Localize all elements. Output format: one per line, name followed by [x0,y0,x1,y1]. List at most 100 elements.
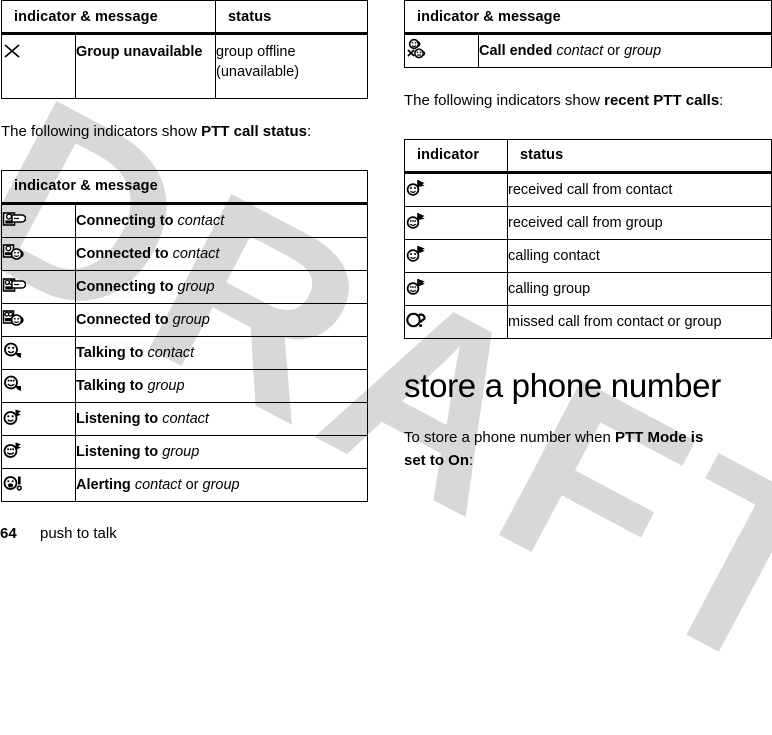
status-line-2: (unavailable) [216,63,300,80]
intro-prefix: The following indicators show [1,123,202,140]
message-cell: Connecting to group [75,269,368,304]
intro-suffix: : [719,92,724,109]
message-variable-2: group [202,476,240,493]
indicator-cell [1,269,76,304]
intro-suffix: : [306,123,312,140]
page-title: store a phone number [404,366,721,404]
footer-section-name: push to talk [40,525,117,542]
calling-contact-icon [405,244,429,268]
message-variable: contact [172,245,220,262]
message-bold: Connected to [76,311,169,328]
indicator-cell [1,368,76,403]
table-row: Connected to contact [1,236,368,271]
table-row: Alerting contact or group [1,467,368,502]
page-number: 64 [0,525,17,542]
column-header-indicator-message: indicator & message [0,0,217,35]
table-header-row: indicator & message [1,169,368,205]
message-conjunction: or [603,43,625,59]
table-row: calling group [404,271,772,306]
column-header-indicator-message: indicator & message [404,0,772,35]
message-bold: Call ended [479,43,553,59]
message-cell: Group unavailable [74,33,217,99]
table-row: Listening to group [1,434,368,469]
call-ended-icon [405,38,429,64]
intro-bold: recent PTT calls [604,92,720,109]
intro-ptt-call-status: The following indicators show PTT call s… [1,121,368,144]
message-cell: Connected to group [75,302,368,337]
page-content: indicator & message status Group unavail… [0,0,772,548]
missed-call-icon [405,310,431,334]
indicator-cell [404,205,508,240]
table-header-row: indicator & message status [0,0,368,35]
status-cell: missed call from contact or group [507,304,772,339]
talking-group-icon [2,374,26,398]
message-cell: Talking to group [75,368,368,403]
table-row: Talking to group [1,368,368,403]
table-row: Connecting to contact [1,202,368,238]
listening-group-icon [2,440,26,464]
message-variable: contact [162,410,209,427]
received-call-group-icon [405,211,429,235]
intro-prefix: The following indicators show [404,92,605,109]
table-row: Connected to group [1,302,368,337]
calling-group-icon [405,277,429,301]
message-bold: Alerting [76,476,131,493]
table-header-row: indicator status [404,138,772,174]
indicator-cell [1,302,76,337]
indicator-cell [1,401,76,436]
message-bold: Listening to [76,443,159,460]
message-variable: group [147,377,185,394]
paragraph-suffix: : [469,452,474,470]
message-variable: group [177,278,215,295]
message-variable: group [162,443,200,460]
message-variable: contact [556,43,604,59]
indicator-cell [404,238,508,273]
column-header-status: status [507,138,772,174]
message-variable: group [172,311,210,328]
status-cell: group offline (unavailable) [215,33,368,99]
page-footer: 64 push to talk [0,525,772,542]
section-intro-paragraph: To store a phone number when PTT Mode is… [404,427,704,473]
x-cross-icon [2,41,22,65]
message-cell: Connected to contact [75,236,368,271]
message-cell: Connecting to contact [75,202,368,238]
table-call-ended: indicator & message Call ended contact o… [404,0,772,68]
table-recent-calls: indicator status received call from cont… [404,138,772,339]
table-group-unavailable: indicator & message status Group unavail… [0,0,368,99]
status-cell: calling contact [507,238,772,273]
status-cell: received call from contact [507,171,772,207]
paragraph-prefix: To store a phone number when [404,429,615,447]
listening-contact-icon [2,407,26,431]
indicator-cell [1,236,76,271]
indicator-cell [404,33,479,68]
left-column: indicator & message status Group unavail… [0,0,368,502]
column-header-status: status [215,0,368,35]
indicator-cell [1,467,76,502]
message-bold: Connected to [76,245,169,262]
message-bold: Talking to [76,344,144,361]
status-cell: calling group [507,271,772,306]
intro-recent-calls: The following indicators show recent PTT… [404,90,772,113]
table-row: Group unavailable group offline (unavail… [1,33,368,99]
message-bold: Group unavailable [76,44,203,60]
message-bold: Connecting to [76,212,174,229]
table-ptt-call-status: indicator & message Connecting to contac… [1,169,368,502]
table-row: Listening to contact [1,401,368,436]
alerting-icon [2,473,26,497]
message-cell: Listening to contact [75,401,368,436]
status-cell: received call from group [507,205,772,240]
connecting-group-icon [2,275,27,299]
message-variable-2: group [624,43,662,59]
connected-group-icon [2,308,26,332]
talking-contact-icon [2,341,26,365]
message-cell: Talking to contact [75,335,368,370]
table-row: Connecting to group [1,269,368,304]
indicator-cell [404,171,508,207]
message-variable: contact [177,212,225,229]
table-row: Talking to contact [1,335,368,370]
message-bold: Connecting to [76,278,174,295]
connected-contact-icon [2,242,26,266]
message-variable: contact [147,344,195,361]
table-row: Call ended contact or group [404,33,772,68]
table-row: missed call from contact or group [404,304,772,339]
